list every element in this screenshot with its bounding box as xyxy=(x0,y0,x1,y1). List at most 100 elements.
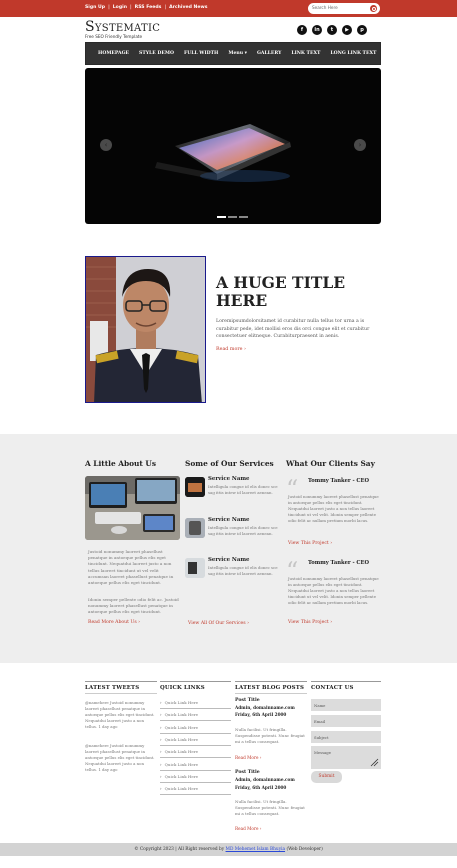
submit-button[interactable]: Submit xyxy=(311,771,342,783)
divider xyxy=(160,681,231,682)
message-placeholder: Message xyxy=(314,750,331,755)
pinterest-icon[interactable]: p xyxy=(357,25,367,35)
service-text: Intelligula congue id elis donec sce sag… xyxy=(208,525,278,536)
divider xyxy=(311,681,381,682)
twitter-icon[interactable]: t xyxy=(327,25,337,35)
site-logo[interactable]: Systematic xyxy=(85,19,160,35)
separator: | xyxy=(129,4,132,10)
service-name[interactable]: Service Name xyxy=(208,517,250,523)
quick-link[interactable]: › Quick Link Here xyxy=(160,697,231,710)
search-input[interactable]: Search Here xyxy=(308,3,380,14)
login-link[interactable]: Login xyxy=(113,5,127,10)
youtube-icon[interactable]: ▶ xyxy=(342,25,352,35)
slider-dot[interactable] xyxy=(217,216,226,218)
service-thumbnail xyxy=(185,558,205,578)
post-title[interactable]: Post Title xyxy=(235,698,260,703)
services-heading: Some of Our Services xyxy=(185,459,274,468)
portrait-illustration xyxy=(86,257,205,402)
site-tagline: Free SEO Friendly Template xyxy=(85,34,143,39)
slider-prev-button[interactable]: ‹ xyxy=(100,139,112,151)
client-project-link[interactable]: View This Project › xyxy=(288,541,332,546)
nav-item-full-width[interactable]: FULL WIDTH xyxy=(184,51,218,56)
post-read-more-link[interactable]: Read More › xyxy=(235,755,261,760)
quick-link-label: Quick Link Here xyxy=(164,774,199,779)
about-paragraph-2: Idonin semper pellente odio felit ac. Ju… xyxy=(88,597,179,615)
quick-link-label: Quick Link Here xyxy=(164,762,199,767)
quick-link-label: Quick Link Here xyxy=(164,700,199,705)
slider-next-button[interactable]: › xyxy=(354,139,366,151)
quick-link[interactable]: › Quick Link Here xyxy=(160,722,231,735)
quick-link-label: Quick Link Here xyxy=(164,786,199,791)
desk-illustration xyxy=(85,476,180,540)
client-name: Tommy Tanker - CEO xyxy=(308,478,370,484)
contact-name-field[interactable]: Name xyxy=(311,699,381,711)
chevron-right-icon: › xyxy=(160,749,162,754)
quick-link[interactable]: › Quick Link Here xyxy=(160,759,231,772)
info-section xyxy=(0,434,457,663)
contact-email-field[interactable]: Email xyxy=(311,715,381,727)
hero-read-more-link[interactable]: Read more › xyxy=(216,347,246,352)
archived-news-link[interactable]: Archived News xyxy=(169,5,207,10)
clients-heading: What Our Clients Say xyxy=(286,459,375,468)
social-links: f in t ▶ p xyxy=(297,25,367,35)
rss-feeds-link[interactable]: RSS Feeds xyxy=(135,5,162,10)
nav-item-menu[interactable]: Menu ▾ xyxy=(228,51,247,56)
service-name[interactable]: Service Name xyxy=(208,557,250,563)
tweets-heading: LATEST TWEETS xyxy=(85,685,140,691)
top-links: Sign Up | Login | RSS Feeds | Archived N… xyxy=(85,4,207,10)
contact-message-field[interactable]: Message xyxy=(311,746,381,769)
portrait-image xyxy=(85,256,206,403)
facebook-icon[interactable]: f xyxy=(297,25,307,35)
divider xyxy=(235,693,307,694)
services-view-all-link[interactable]: View All Of Our Services › xyxy=(188,621,249,626)
laptop-slide-image xyxy=(155,124,291,182)
quick-link[interactable]: › Quick Link Here xyxy=(160,746,231,759)
quick-link[interactable]: › Quick Link Here xyxy=(160,771,231,784)
client-project-link[interactable]: View This Project › xyxy=(288,620,332,625)
quick-link-label: Quick Link Here xyxy=(164,712,199,717)
search-icon[interactable] xyxy=(370,5,377,12)
service-name[interactable]: Service Name xyxy=(208,476,250,482)
post-title[interactable]: Post Title xyxy=(235,770,260,775)
chevron-right-icon: › xyxy=(160,737,162,742)
client-quote: Justoid nonummy laoreet phasellust penat… xyxy=(288,494,379,523)
divider xyxy=(85,693,157,694)
resize-handle-icon[interactable] xyxy=(370,758,379,767)
about-read-more-link[interactable]: Read More About Us › xyxy=(88,620,140,625)
separator: | xyxy=(164,4,167,10)
service-text: Intelligula congue id elis donec sce sag… xyxy=(208,484,278,495)
client-quote: Justoid nonummy laoreet phasellust penat… xyxy=(288,576,379,605)
nav-item-long-link-text[interactable]: LONG LINK TEXT xyxy=(330,51,376,56)
about-heading: A Little About Us xyxy=(85,459,157,468)
client-name: Tommy Tanker - CEO xyxy=(308,560,370,566)
quick-link[interactable]: › Quick Link Here xyxy=(160,709,231,722)
divider xyxy=(85,681,157,682)
signup-link[interactable]: Sign Up xyxy=(85,5,105,10)
post-author: Admin, domainname.com xyxy=(235,777,295,782)
main-nav: HOMEPAGE STYLE DEMO FULL WIDTH Menu ▾ GA… xyxy=(85,42,381,65)
copyright-suffix: (Web Developer) xyxy=(286,847,323,852)
chevron-right-icon: › xyxy=(160,712,162,717)
image-slider[interactable]: ‹ › xyxy=(85,68,381,224)
contact-subject-field[interactable]: Subject xyxy=(311,731,381,743)
nav-item-homepage[interactable]: HOMEPAGE xyxy=(98,51,129,56)
post-author: Admin, domainname.com xyxy=(235,705,295,710)
chevron-right-icon: › xyxy=(160,762,162,767)
chevron-right-icon: › xyxy=(160,774,162,779)
quick-link-label: Quick Link Here xyxy=(164,737,199,742)
nav-item-gallery[interactable]: GALLERY xyxy=(257,51,281,56)
quick-link[interactable]: › Quick Link Here xyxy=(160,783,231,796)
post-date: Friday, 6th April 2000 xyxy=(235,712,287,717)
nav-item-link-text[interactable]: LINK TEXT xyxy=(291,51,320,56)
linkedin-icon[interactable]: in xyxy=(312,25,322,35)
slider-dots xyxy=(217,216,248,218)
quick-link-label: Quick Link Here xyxy=(164,749,199,754)
slider-dot[interactable] xyxy=(228,216,237,218)
post-read-more-link[interactable]: Read More › xyxy=(235,826,261,831)
nav-item-style-demo[interactable]: STYLE DEMO xyxy=(139,51,174,56)
service-thumbnail xyxy=(185,518,205,538)
tweet-item: @namehere Justoid nonummy laoreet phasel… xyxy=(85,700,155,729)
slider-dot[interactable] xyxy=(239,216,248,218)
quick-link[interactable]: › Quick Link Here xyxy=(160,734,231,747)
author-link[interactable]: MD Mehemet Islam Bhuyia xyxy=(226,847,286,852)
